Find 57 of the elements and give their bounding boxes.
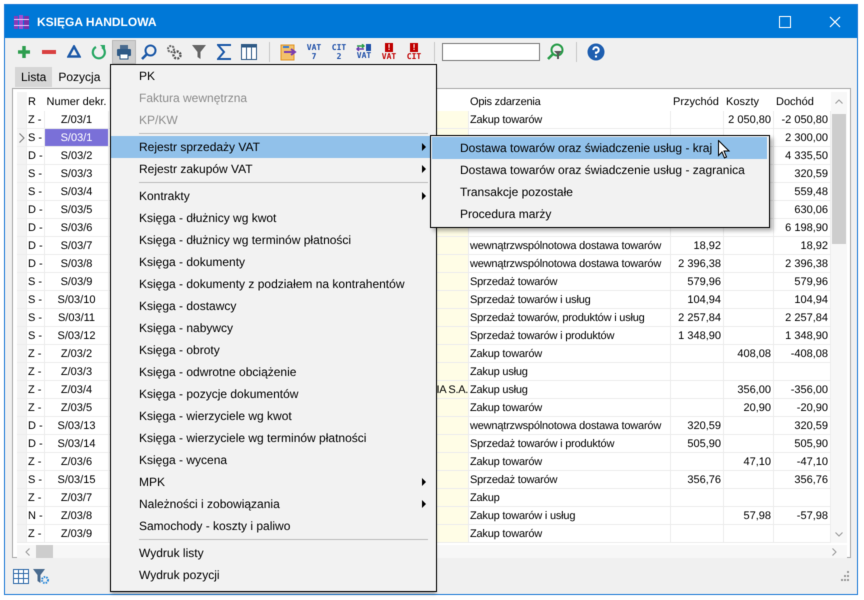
table-cell: Zakup towarów: [469, 525, 671, 542]
table-cell: D -: [27, 417, 45, 434]
table-cell: 408,08: [724, 345, 774, 362]
table-cell: 20,90: [724, 399, 774, 416]
table-cell: Zakup towarów: [469, 453, 671, 470]
table-cell: Sprzedaż towarów i produktów: [469, 327, 671, 344]
table-cell: Zakup usług: [469, 363, 671, 380]
table-cell: Zakup towarów: [469, 111, 671, 128]
table-cell: Zakup towarów: [469, 399, 671, 416]
table-cell: 320,59: [671, 417, 724, 434]
table-cell: Sprzedaż towarów, produktów i usług: [469, 309, 671, 326]
table-cell: S -: [27, 273, 45, 290]
table-cell: wewnątrzwspólnotowa dostawa towarów: [469, 417, 671, 434]
table-cell: S -: [27, 291, 45, 308]
window-title: KSIĘGA HANDLOWA: [37, 14, 157, 28]
table-cell: 1 348,90: [671, 327, 724, 344]
table-cell: Z -: [27, 399, 45, 416]
table-cell: 505,90: [671, 435, 724, 452]
table-cell: Z -: [27, 525, 45, 542]
table-cell: Z -: [27, 363, 45, 380]
table-cell: S -: [27, 165, 45, 182]
table-cell: D -: [27, 201, 45, 218]
table-cell: 356,76: [671, 471, 724, 488]
table-cell: Z -: [27, 345, 45, 362]
table-cell: D -: [27, 255, 45, 272]
table-cell: D -: [27, 237, 45, 254]
table-cell: Z -: [27, 381, 45, 398]
table-cell: wewnątrzwspólnotowa dostawa towarów: [469, 237, 671, 254]
table-cell: Sprzedaż towarów i produktów: [469, 435, 671, 452]
table-cell: 18,92: [671, 237, 724, 254]
table-cell: D -: [27, 435, 45, 452]
table-cell: Sprzedaż towarów i usług: [469, 291, 671, 308]
table-cell: Z -: [27, 489, 45, 506]
table-cell: 579,96: [671, 273, 724, 290]
table-cell: Zakup: [469, 489, 671, 506]
table-cell: 356,00: [724, 381, 774, 398]
table-cell: 104,94: [671, 291, 724, 308]
table-cell: S -: [27, 327, 45, 344]
table-cell: S -: [27, 471, 45, 488]
table-cell: 57,98: [724, 507, 774, 524]
table-cell: 2 396,38: [671, 255, 724, 272]
table-cell: Zakup towarów i usług: [469, 507, 671, 524]
table-cell: Zakup usług: [469, 381, 671, 398]
table-cell: Z -: [27, 453, 45, 470]
table-cell: 2 050,80: [724, 111, 774, 128]
table-cell: Zakup towarów: [469, 345, 671, 362]
table-cell: S -: [27, 183, 45, 200]
table-cell: D -: [27, 219, 45, 236]
table-cell: 2 257,84: [671, 309, 724, 326]
table-cell: Z -: [27, 111, 45, 128]
table-cell: 47,10: [724, 453, 774, 470]
table-cell: D -: [27, 147, 45, 164]
table-cell: wewnątrzwspólnotowa dostawa towarów: [469, 255, 671, 272]
table-cell: N -: [27, 507, 45, 524]
table-cell: Sprzedaż towarów: [469, 273, 671, 290]
table-cell: Sprzedaż towarów: [469, 471, 671, 488]
table-cell: S -: [27, 309, 45, 326]
